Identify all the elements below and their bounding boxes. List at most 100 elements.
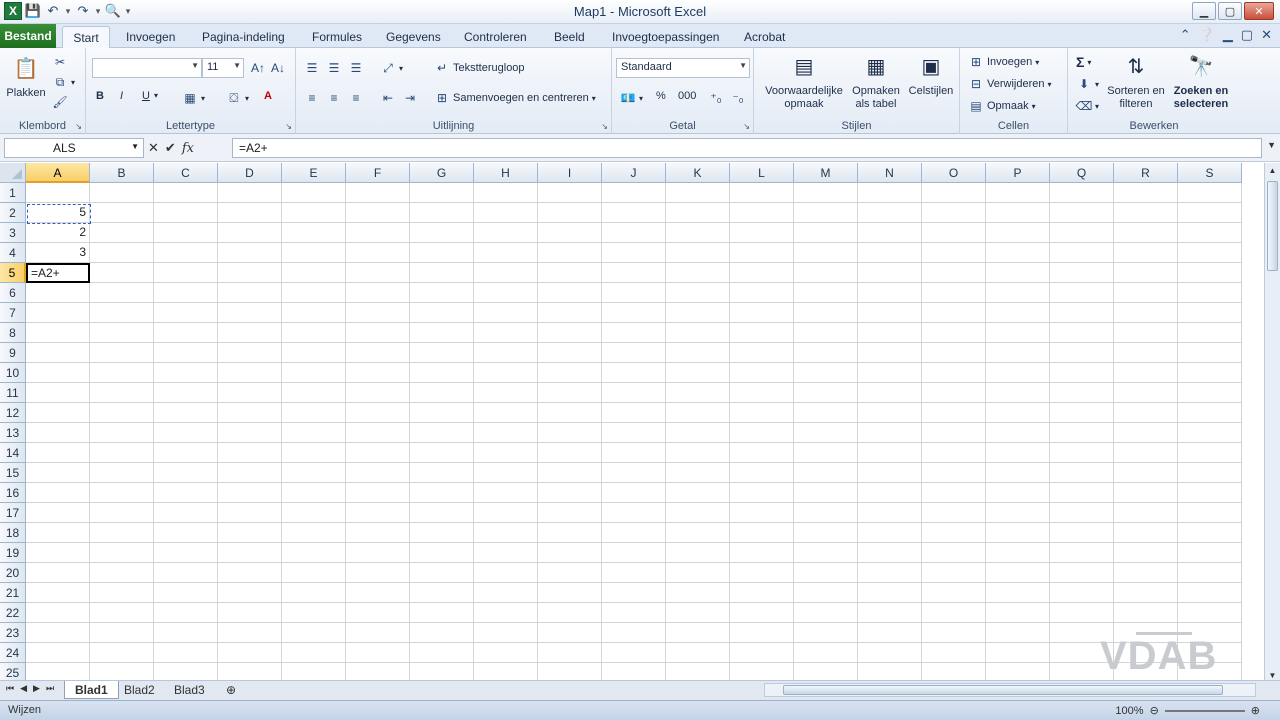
- cell-a6[interactable]: [26, 283, 90, 303]
- cell-j19[interactable]: [602, 543, 666, 563]
- merge-center-button[interactable]: ⊞ Samenvoegen en centreren ▾: [434, 90, 596, 106]
- cell-b9[interactable]: [90, 343, 154, 363]
- cell-a7[interactable]: [26, 303, 90, 323]
- cell-p14[interactable]: [986, 443, 1050, 463]
- cell-a10[interactable]: [26, 363, 90, 383]
- cell-p20[interactable]: [986, 563, 1050, 583]
- cell-f11[interactable]: [346, 383, 410, 403]
- cell-c2[interactable]: [154, 203, 218, 223]
- cell-s17[interactable]: [1178, 503, 1242, 523]
- row-header-8[interactable]: 8: [0, 323, 26, 343]
- row-header-13[interactable]: 13: [0, 423, 26, 443]
- cut-button[interactable]: ✂: [52, 54, 68, 70]
- cell-r17[interactable]: [1114, 503, 1178, 523]
- cell-i19[interactable]: [538, 543, 602, 563]
- cell-i18[interactable]: [538, 523, 602, 543]
- cell-g7[interactable]: [410, 303, 474, 323]
- cell-p9[interactable]: [986, 343, 1050, 363]
- first-sheet-icon[interactable]: ⏮: [6, 683, 14, 694]
- cell-o23[interactable]: [922, 623, 986, 643]
- decrease-indent-button[interactable]: ⇤: [380, 90, 396, 106]
- cell-styles-button[interactable]: ▣ Celstijlen: [904, 52, 958, 98]
- cell-h1[interactable]: [474, 183, 538, 203]
- cell-m21[interactable]: [794, 583, 858, 603]
- cell-e23[interactable]: [282, 623, 346, 643]
- cell-n14[interactable]: [858, 443, 922, 463]
- cell-e14[interactable]: [282, 443, 346, 463]
- close-button[interactable]: ✕: [1244, 2, 1274, 20]
- cell-f23[interactable]: [346, 623, 410, 643]
- cell-o11[interactable]: [922, 383, 986, 403]
- cell-r9[interactable]: [1114, 343, 1178, 363]
- cell-f8[interactable]: [346, 323, 410, 343]
- cell-b10[interactable]: [90, 363, 154, 383]
- cell-d6[interactable]: [218, 283, 282, 303]
- cell-h14[interactable]: [474, 443, 538, 463]
- cell-o9[interactable]: [922, 343, 986, 363]
- horizontal-scroll-thumb[interactable]: [783, 685, 1223, 695]
- cell-g24[interactable]: [410, 643, 474, 663]
- cell-q22[interactable]: [1050, 603, 1114, 623]
- cell-f22[interactable]: [346, 603, 410, 623]
- cell-q9[interactable]: [1050, 343, 1114, 363]
- cell-p5[interactable]: [986, 263, 1050, 283]
- cell-k18[interactable]: [666, 523, 730, 543]
- cell-o12[interactable]: [922, 403, 986, 423]
- cell-m11[interactable]: [794, 383, 858, 403]
- cell-e19[interactable]: [282, 543, 346, 563]
- cell-h18[interactable]: [474, 523, 538, 543]
- cell-q1[interactable]: [1050, 183, 1114, 203]
- cancel-formula-icon[interactable]: ✕: [148, 140, 159, 156]
- number-launcher-icon[interactable]: ↘: [743, 122, 750, 131]
- cell-q21[interactable]: [1050, 583, 1114, 603]
- cell-e11[interactable]: [282, 383, 346, 403]
- cell-i16[interactable]: [538, 483, 602, 503]
- cell-k23[interactable]: [666, 623, 730, 643]
- align-right-button[interactable]: ≡: [348, 90, 364, 106]
- cell-i17[interactable]: [538, 503, 602, 523]
- font-size-select[interactable]: 11 ▼: [202, 58, 244, 78]
- cell-a17[interactable]: [26, 503, 90, 523]
- cell-f19[interactable]: [346, 543, 410, 563]
- cell-o20[interactable]: [922, 563, 986, 583]
- cell-f21[interactable]: [346, 583, 410, 603]
- cell-o7[interactable]: [922, 303, 986, 323]
- cell-r18[interactable]: [1114, 523, 1178, 543]
- cell-q10[interactable]: [1050, 363, 1114, 383]
- cell-b5[interactable]: [90, 263, 154, 283]
- cell-h17[interactable]: [474, 503, 538, 523]
- sort-filter-button[interactable]: ⇅ Sorteren en filteren: [1102, 52, 1170, 111]
- column-header-d[interactable]: D: [218, 163, 282, 183]
- cell-l6[interactable]: [730, 283, 794, 303]
- cell-i11[interactable]: [538, 383, 602, 403]
- cell-e13[interactable]: [282, 423, 346, 443]
- cell-r15[interactable]: [1114, 463, 1178, 483]
- tab-view[interactable]: Beeld: [544, 26, 595, 48]
- cell-m14[interactable]: [794, 443, 858, 463]
- cell-p10[interactable]: [986, 363, 1050, 383]
- cell-j4[interactable]: [602, 243, 666, 263]
- cell-o6[interactable]: [922, 283, 986, 303]
- cell-f12[interactable]: [346, 403, 410, 423]
- cell-l24[interactable]: [730, 643, 794, 663]
- cell-a19[interactable]: [26, 543, 90, 563]
- autosum-button[interactable]: Σ ▾: [1076, 54, 1091, 70]
- column-header-c[interactable]: C: [154, 163, 218, 183]
- tab-formulas[interactable]: Formules: [302, 26, 372, 48]
- tab-acrobat[interactable]: Acrobat: [734, 26, 795, 48]
- cell-p7[interactable]: [986, 303, 1050, 323]
- cell-f14[interactable]: [346, 443, 410, 463]
- align-middle-button[interactable]: ☰: [326, 60, 342, 76]
- cell-n5[interactable]: [858, 263, 922, 283]
- cell-a5[interactable]: =A2+: [26, 263, 90, 283]
- cell-d1[interactable]: [218, 183, 282, 203]
- cell-q8[interactable]: [1050, 323, 1114, 343]
- cell-e8[interactable]: [282, 323, 346, 343]
- cell-c5[interactable]: [154, 263, 218, 283]
- cell-e20[interactable]: [282, 563, 346, 583]
- cell-f3[interactable]: [346, 223, 410, 243]
- tab-file[interactable]: Bestand: [0, 24, 56, 48]
- zoom-level[interactable]: 100%: [1115, 705, 1143, 717]
- cell-i22[interactable]: [538, 603, 602, 623]
- cell-h19[interactable]: [474, 543, 538, 563]
